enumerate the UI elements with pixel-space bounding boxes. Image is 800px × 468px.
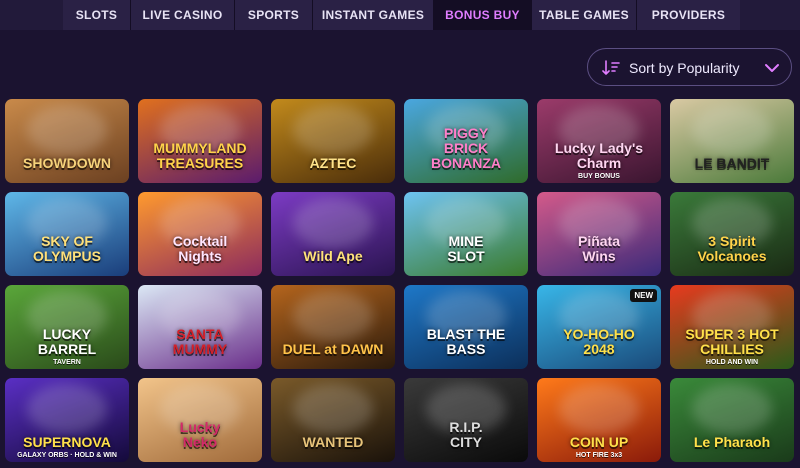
- game-tile[interactable]: SUPERNOVA GALAXY ORBS · HOLD & WIN: [5, 378, 129, 462]
- game-tile[interactable]: PIGGY BRICK BONANZA: [404, 99, 528, 183]
- game-title: PIGGY BRICK BONANZA: [431, 125, 501, 171]
- game-art-glow: [559, 384, 639, 434]
- game-tile[interactable]: SHOWDOWN: [5, 99, 129, 183]
- game-tile[interactable]: Lucky Neko: [138, 378, 262, 462]
- game-title: Lucky Lady's Charm: [554, 140, 644, 171]
- game-subtitle: BUY BONUS: [578, 173, 620, 180]
- game-tile[interactable]: Piñata Wins: [537, 192, 661, 276]
- game-tile[interactable]: LE BANDIT: [670, 99, 794, 183]
- game-tile[interactable]: LUCKY BARREL TAVERN: [5, 285, 129, 369]
- game-title: Piñata Wins: [577, 233, 620, 264]
- game-art-glow: [293, 384, 373, 434]
- game-tile[interactable]: 3 Spirit Volcanoes: [670, 192, 794, 276]
- game-tile[interactable]: AZTEC: [271, 99, 395, 183]
- game-title: COIN UP: [569, 434, 629, 450]
- game-tile[interactable]: BLAST THE BASS: [404, 285, 528, 369]
- game-subtitle: TAVERN: [53, 359, 81, 366]
- game-art-glow: [27, 105, 107, 155]
- game-tile[interactable]: R.I.P. CITY: [404, 378, 528, 462]
- game-tile[interactable]: Le Pharaoh: [670, 378, 794, 462]
- game-title: 3 Spirit Volcanoes: [697, 233, 767, 264]
- game-title: Le Pharaoh: [693, 434, 771, 450]
- game-tile[interactable]: MUMMYLAND TREASURES: [138, 99, 262, 183]
- game-art-glow: [692, 384, 772, 434]
- game-title: MUMMYLAND TREASURES: [153, 140, 247, 171]
- game-title: Lucky Neko: [179, 419, 221, 450]
- game-art-glow: [293, 198, 373, 248]
- game-title: SUPER 3 HOT CHILLIES: [685, 326, 779, 357]
- game-title: MINE SLOT: [447, 233, 485, 264]
- game-art-glow: [692, 105, 772, 155]
- game-title: AZTEC: [309, 155, 357, 171]
- game-tile[interactable]: DUEL at DAWN: [271, 285, 395, 369]
- game-tile[interactable]: YO-HO-HO 2048 NEW: [537, 285, 661, 369]
- game-title: YO-HO-HO 2048: [563, 326, 635, 357]
- game-tile[interactable]: SUPER 3 HOT CHILLIES HOLD AND WIN: [670, 285, 794, 369]
- game-tile[interactable]: COIN UP HOT FIRE 3x3: [537, 378, 661, 462]
- game-title: BLAST THE BASS: [426, 326, 506, 357]
- game-title: SHOWDOWN: [23, 155, 111, 171]
- game-tile[interactable]: Lucky Lady's Charm BUY BONUS: [537, 99, 661, 183]
- game-title: Wild Ape: [303, 248, 363, 264]
- game-title: SANTA MUMMY: [172, 326, 228, 357]
- game-art-glow: [27, 384, 107, 434]
- game-title: DUEL at DAWN: [282, 341, 384, 357]
- game-title: SKY OF OLYMPUS: [33, 233, 101, 264]
- game-title: R.I.P. CITY: [449, 419, 483, 450]
- game-tile[interactable]: SANTA MUMMY: [138, 285, 262, 369]
- game-tile[interactable]: MINE SLOT: [404, 192, 528, 276]
- game-tile[interactable]: SKY OF OLYMPUS: [5, 192, 129, 276]
- game-title: LUCKY BARREL: [37, 326, 97, 357]
- game-title: Cocktail Nights: [172, 233, 228, 264]
- game-tile[interactable]: Cocktail Nights: [138, 192, 262, 276]
- game-art-glow: [293, 291, 373, 341]
- game-subtitle: HOT FIRE 3x3: [575, 452, 623, 459]
- game-title: SUPERNOVA: [23, 434, 111, 450]
- new-badge: NEW: [630, 289, 657, 302]
- game-title: LE BANDIT: [694, 155, 770, 171]
- game-subtitle: HOLD AND WIN: [705, 359, 759, 366]
- game-title: WANTED: [302, 434, 364, 450]
- game-grid: SHOWDOWN MUMMYLAND TREASURES AZTEC PIGGY BR…: [0, 0, 800, 468]
- game-tile[interactable]: Wild Ape: [271, 192, 395, 276]
- game-subtitle: GALAXY ORBS · HOLD & WIN: [17, 452, 117, 459]
- game-art-glow: [293, 105, 373, 155]
- game-tile[interactable]: WANTED: [271, 378, 395, 462]
